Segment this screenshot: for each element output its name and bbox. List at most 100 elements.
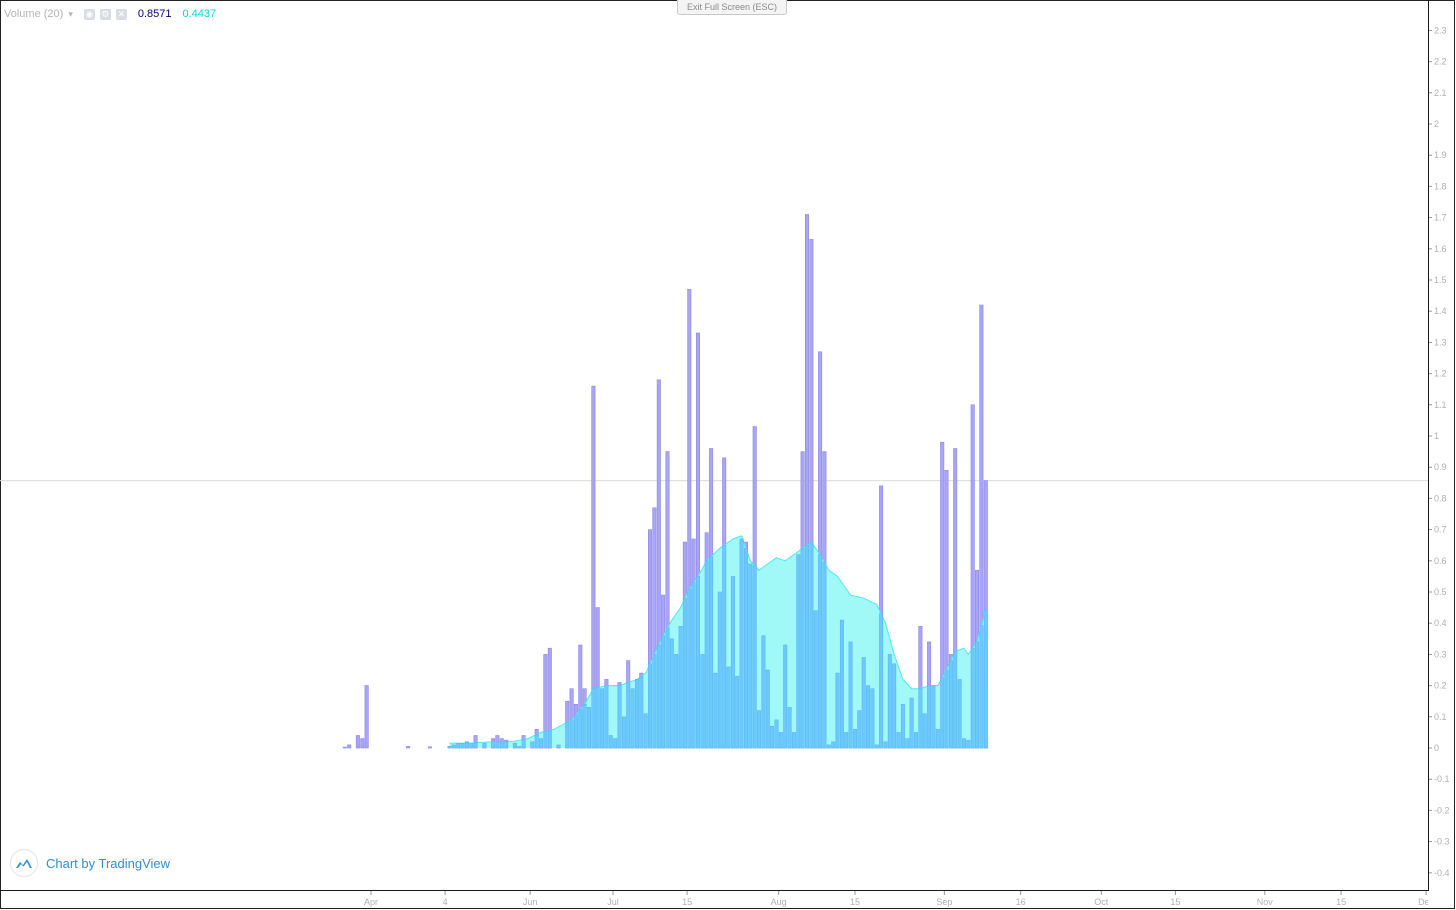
price-axis[interactable]: 2.3 2.2 2.1 2 1.9 1.8 1.7 1.6 1.5 1.4 1.3 1.2 1.1 1 0.… bbox=[1428, 0, 1456, 890]
volume-bar-overlap bbox=[722, 544, 727, 749]
volume-bar-overlap bbox=[469, 743, 474, 749]
volume-bar-overlap bbox=[635, 679, 639, 749]
volume-bar-overlap bbox=[857, 710, 862, 749]
y-tick-label: 0 bbox=[1434, 743, 1439, 753]
volume-bar-overlap bbox=[656, 644, 661, 749]
x-tick-label: Aug bbox=[771, 897, 787, 907]
volume-bar-overlap bbox=[648, 663, 652, 749]
volume-bar-overlap bbox=[883, 741, 888, 749]
volume-bar-overlap bbox=[752, 565, 757, 749]
volume-bar-overlap bbox=[896, 732, 901, 749]
volume-bar-overlap bbox=[569, 719, 574, 749]
tradingview-branding[interactable]: Chart by TradingView bbox=[10, 849, 170, 877]
volume-bar-overlap bbox=[918, 688, 923, 749]
y-tick-label: 0.1 bbox=[1434, 712, 1447, 722]
y-tick-label: 2.3 bbox=[1434, 25, 1447, 35]
volume-bar-overlap bbox=[499, 741, 504, 749]
x-tick-label: 16 bbox=[1016, 897, 1026, 907]
volume-bar-overlap bbox=[844, 732, 849, 749]
x-tick-label: Jul bbox=[607, 897, 619, 907]
volume-bar-overlap bbox=[870, 688, 875, 749]
volume-bar-overlap bbox=[866, 685, 870, 749]
volume-bar-overlap bbox=[791, 732, 796, 749]
volume-bar-overlap bbox=[464, 742, 469, 749]
volume-bar-overlap bbox=[979, 625, 984, 749]
y-tick-label: 0.4 bbox=[1434, 618, 1447, 628]
volume-bar-overlap bbox=[621, 716, 626, 749]
volume-bar-overlap bbox=[900, 704, 905, 749]
volume-bar-overlap bbox=[661, 635, 666, 749]
volume-chart[interactable] bbox=[0, 0, 1428, 890]
volume-bar-overlap bbox=[530, 741, 535, 749]
volume-bar-overlap bbox=[735, 675, 740, 749]
volume-bar-overlap bbox=[473, 742, 478, 749]
x-tick-label: 4 bbox=[443, 897, 448, 907]
volume-bar-overlap bbox=[547, 730, 552, 749]
volume-bar-overlap bbox=[534, 734, 539, 749]
volume-bar-overlap bbox=[887, 654, 892, 749]
volume-bar-overlap bbox=[730, 576, 735, 749]
y-tick-label: 1.8 bbox=[1434, 181, 1447, 191]
volume-bar-overlap bbox=[970, 647, 975, 749]
x-tick-label: Jun bbox=[523, 897, 538, 907]
volume-bar-overlap bbox=[608, 735, 613, 749]
y-tick-label: -0.3 bbox=[1434, 837, 1450, 847]
volume-bar-overlap bbox=[826, 744, 831, 749]
y-tick-label: 1.7 bbox=[1434, 213, 1447, 223]
x-tick-label: Sep bbox=[936, 897, 952, 907]
y-tick-label: 0.8 bbox=[1434, 493, 1447, 503]
y-tick-label: 0.5 bbox=[1434, 587, 1447, 597]
y-tick-label: 0.9 bbox=[1434, 462, 1447, 472]
volume-bar-overlap bbox=[587, 707, 591, 749]
volume-bar-overlap bbox=[451, 744, 456, 749]
volume-bar-overlap bbox=[456, 743, 461, 749]
volume-bar-overlap bbox=[687, 588, 692, 749]
volume-bar-overlap bbox=[613, 738, 618, 749]
x-tick-label: Oct bbox=[1094, 897, 1109, 907]
volume-bar-overlap bbox=[927, 685, 932, 749]
tradingview-logo-icon[interactable] bbox=[10, 849, 38, 877]
volume-bar-overlap bbox=[556, 744, 561, 749]
time-axis-border bbox=[0, 890, 1429, 891]
volume-bar-overlap bbox=[713, 672, 718, 749]
y-tick-label: 1.2 bbox=[1434, 369, 1447, 379]
y-tick-label: -0.4 bbox=[1434, 868, 1450, 878]
volume-bar-overlap bbox=[957, 679, 962, 749]
volume-bar-overlap bbox=[512, 743, 517, 749]
volume-bar-overlap bbox=[861, 657, 866, 749]
volume-bar bbox=[364, 685, 369, 749]
y-tick-label: 0.3 bbox=[1434, 649, 1447, 659]
volume-bar-overlap bbox=[748, 563, 753, 749]
volume-bar-overlap bbox=[931, 685, 936, 749]
volume-bar-overlap bbox=[892, 663, 897, 749]
volume-bar-overlap bbox=[674, 654, 679, 749]
volume-bar-overlap bbox=[874, 744, 879, 749]
y-tick-label: 1.1 bbox=[1434, 400, 1447, 410]
y-tick-label: 0.2 bbox=[1434, 681, 1447, 691]
volume-bar-overlap bbox=[643, 713, 648, 749]
volume-bar-overlap bbox=[914, 732, 918, 749]
volume-bar-overlap bbox=[935, 729, 940, 749]
volume-bar-overlap bbox=[765, 669, 770, 749]
volume-bar-overlap bbox=[517, 746, 522, 749]
volume-bar-overlap bbox=[848, 641, 853, 749]
volume-bar-overlap bbox=[822, 562, 827, 749]
y-tick-label: 2.1 bbox=[1434, 88, 1447, 98]
volume-bar-overlap bbox=[761, 635, 766, 749]
volume-bar-overlap bbox=[983, 609, 988, 749]
volume-bar-overlap bbox=[704, 560, 709, 749]
volume-bar-overlap bbox=[495, 741, 500, 749]
volume-bar-overlap bbox=[909, 697, 914, 749]
branding-label[interactable]: Chart by TradingView bbox=[46, 856, 170, 871]
volume-bar-overlap bbox=[595, 687, 600, 749]
volume-bar-overlap bbox=[626, 682, 631, 749]
volume-bar-overlap bbox=[778, 732, 783, 749]
x-tick-label: Apr bbox=[364, 897, 378, 907]
time-axis[interactable]: Apr4JunJul15Aug15Sep16Oct15Nov15Dec15 bbox=[0, 891, 1428, 910]
volume-bar-overlap bbox=[700, 654, 705, 749]
volume-bar-overlap bbox=[578, 709, 583, 749]
volume-bar-overlap bbox=[805, 544, 809, 749]
volume-bar-overlap bbox=[604, 685, 609, 749]
volume-bar-overlap bbox=[944, 669, 949, 749]
y-tick-label: 1.5 bbox=[1434, 275, 1447, 285]
